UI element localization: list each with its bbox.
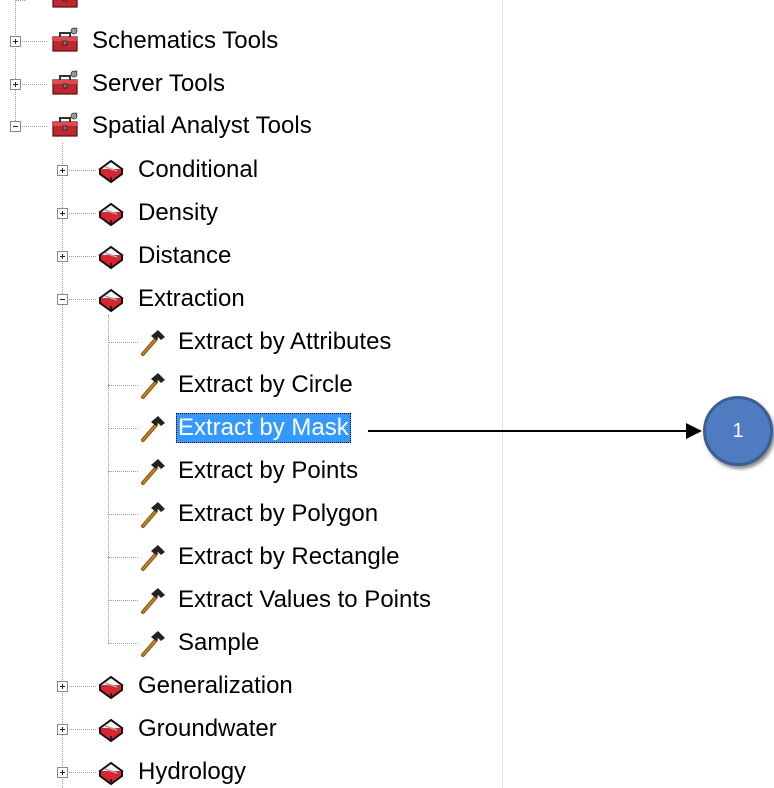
toolset-density[interactable]: Density xyxy=(96,195,220,231)
toolset-icon xyxy=(96,714,126,744)
toolset-icon xyxy=(96,757,126,787)
tree-connector xyxy=(108,428,138,429)
tool-label: Extract Values to Points xyxy=(178,586,432,613)
tool-extract-values-to-points[interactable]: Extract Values to Points xyxy=(138,582,433,618)
collapse-toggle[interactable] xyxy=(10,121,21,132)
tree-connector xyxy=(108,557,138,558)
hammer-icon xyxy=(138,628,168,658)
toolbox-icon xyxy=(50,26,80,56)
toolbox-tree-panel: Schematics Tools Server Tools Spatial An… xyxy=(0,0,503,788)
tool-extract-by-attributes[interactable]: Extract by Attributes xyxy=(138,324,393,360)
tree-connector xyxy=(15,0,25,1)
toolset-icon xyxy=(96,155,126,185)
toolset-label: Extraction xyxy=(138,285,245,312)
tool-label: Extract by Circle xyxy=(178,371,353,398)
toolbox-schematics-tools[interactable]: Schematics Tools xyxy=(50,23,280,59)
tool-label: Extract by Rectangle xyxy=(178,543,400,570)
toolset-groundwater[interactable]: Groundwater xyxy=(96,711,279,747)
toolbox-server-tools[interactable]: Server Tools xyxy=(50,66,227,102)
toolset-icon xyxy=(96,198,126,228)
toolset-icon xyxy=(96,284,126,314)
toolbox-icon xyxy=(50,0,80,12)
callout-number: 1 xyxy=(732,419,744,442)
hammer-icon xyxy=(138,499,168,529)
tree-connector xyxy=(108,385,138,386)
expand-toggle[interactable] xyxy=(57,251,68,262)
expand-toggle[interactable] xyxy=(10,36,21,47)
toolset-label: Generalization xyxy=(138,672,293,699)
toolset-icon xyxy=(96,241,126,271)
toolset-label: Groundwater xyxy=(138,715,277,742)
hammer-icon xyxy=(138,456,168,486)
toolset-distance[interactable]: Distance xyxy=(96,238,233,274)
toolbox-label: Schematics Tools xyxy=(92,27,279,54)
tree-connector xyxy=(108,471,138,472)
tree-connector xyxy=(108,600,138,601)
tree-connector xyxy=(108,315,109,643)
tree-connector xyxy=(108,342,138,343)
toolbox-label: Server Tools xyxy=(92,70,225,97)
expand-toggle[interactable] xyxy=(57,208,68,219)
tool-extract-by-circle[interactable]: Extract by Circle xyxy=(138,367,355,403)
hammer-icon xyxy=(138,413,168,443)
tool-label: Extract by Points xyxy=(178,457,359,484)
collapse-toggle[interactable] xyxy=(57,294,68,305)
toolbox-icon xyxy=(50,69,80,99)
hammer-icon xyxy=(138,542,168,572)
tool-extract-by-points[interactable]: Extract by Points xyxy=(138,453,360,489)
tool-label: Extract by Polygon xyxy=(178,500,379,527)
tree-connector xyxy=(15,0,16,125)
toolset-label: Density xyxy=(138,199,219,226)
tool-label: Sample xyxy=(178,629,260,656)
toolset-icon xyxy=(96,671,126,701)
tool-extract-by-polygon[interactable]: Extract by Polygon xyxy=(138,496,380,532)
hammer-icon xyxy=(138,327,168,357)
toolbox-icon xyxy=(50,111,80,141)
hammer-icon xyxy=(138,585,168,615)
tool-extract-by-rectangle[interactable]: Extract by Rectangle xyxy=(138,539,401,575)
tool-label: Extract by Attributes xyxy=(178,328,392,355)
expand-toggle[interactable] xyxy=(57,681,68,692)
expand-toggle[interactable] xyxy=(10,79,21,90)
tool-label: Extract by Mask xyxy=(176,413,351,443)
expand-toggle[interactable] xyxy=(57,165,68,176)
toolset-conditional[interactable]: Conditional xyxy=(96,152,260,188)
toolset-extraction[interactable]: Extraction xyxy=(96,281,247,317)
toolbox-label: Spatial Analyst Tools xyxy=(92,112,312,139)
expand-toggle[interactable] xyxy=(57,767,68,778)
callout-arrowhead xyxy=(686,423,702,439)
toolset-label: Hydrology xyxy=(138,758,247,785)
toolset-hydrology[interactable]: Hydrology xyxy=(96,754,248,788)
tree-connector xyxy=(108,643,138,644)
hammer-icon xyxy=(138,370,168,400)
tool-sample[interactable]: Sample xyxy=(138,625,261,661)
callout-arrow-line xyxy=(368,430,688,432)
toolbox-spatial-analyst-tools[interactable]: Spatial Analyst Tools xyxy=(50,108,314,144)
tool-extract-by-mask[interactable]: Extract by Mask xyxy=(138,410,351,446)
expand-toggle[interactable] xyxy=(57,724,68,735)
toolset-label: Distance xyxy=(138,242,232,269)
tree-connector xyxy=(108,514,138,515)
toolset-label: Conditional xyxy=(138,156,259,183)
toolset-generalization[interactable]: Generalization xyxy=(96,668,295,704)
callout-marker: 1 xyxy=(703,396,773,466)
